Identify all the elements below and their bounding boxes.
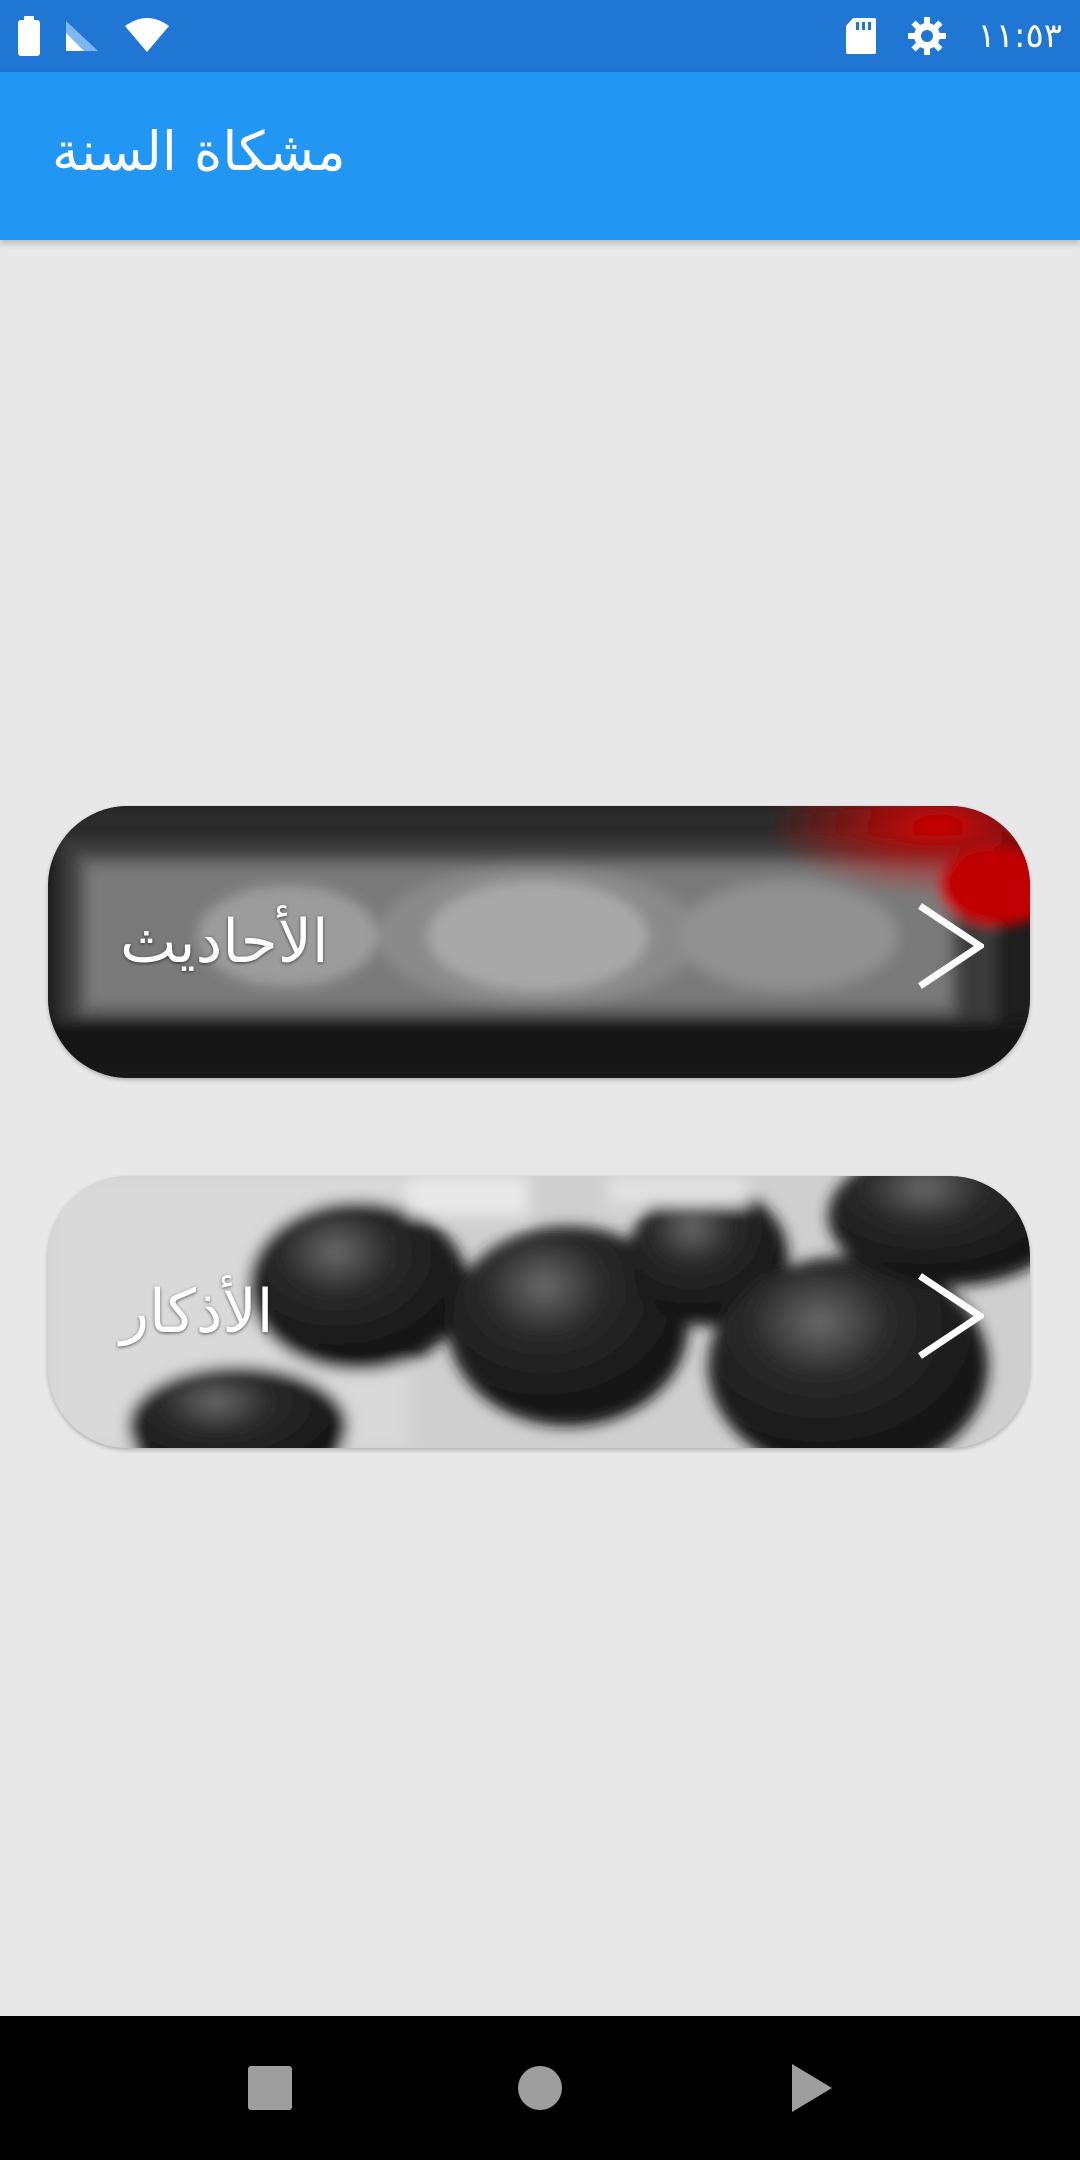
chevron-right-icon: [918, 1273, 984, 1359]
app-bar: مشكاة السنة: [0, 72, 1080, 240]
status-bar: ١١:٥٣: [0, 0, 1080, 72]
wifi-icon: [124, 18, 170, 54]
status-right-icons: ١١:٥٣: [845, 0, 1062, 72]
hadith-label: الأحاديث: [120, 907, 329, 977]
settings-gear-icon: [907, 16, 947, 56]
adhkar-card[interactable]: الأذكار: [48, 1176, 1030, 1448]
hadith-card[interactable]: الأحاديث: [48, 806, 1030, 1078]
navigation-bar: [0, 2016, 1080, 2160]
back-triangle-icon[interactable]: [784, 2062, 836, 2114]
recents-square-icon[interactable]: [244, 2062, 296, 2114]
chevron-right-icon: [918, 903, 984, 989]
status-left-icons: [18, 0, 170, 72]
signal-icon: [64, 19, 100, 53]
adhkar-label: الأذكار: [120, 1277, 274, 1347]
battery-icon: [18, 16, 40, 56]
home-circle-icon[interactable]: [514, 2062, 566, 2114]
sd-card-icon: [845, 17, 877, 55]
app-title: مشكاة السنة: [52, 120, 346, 183]
status-clock: ١١:٥٣: [977, 16, 1062, 56]
